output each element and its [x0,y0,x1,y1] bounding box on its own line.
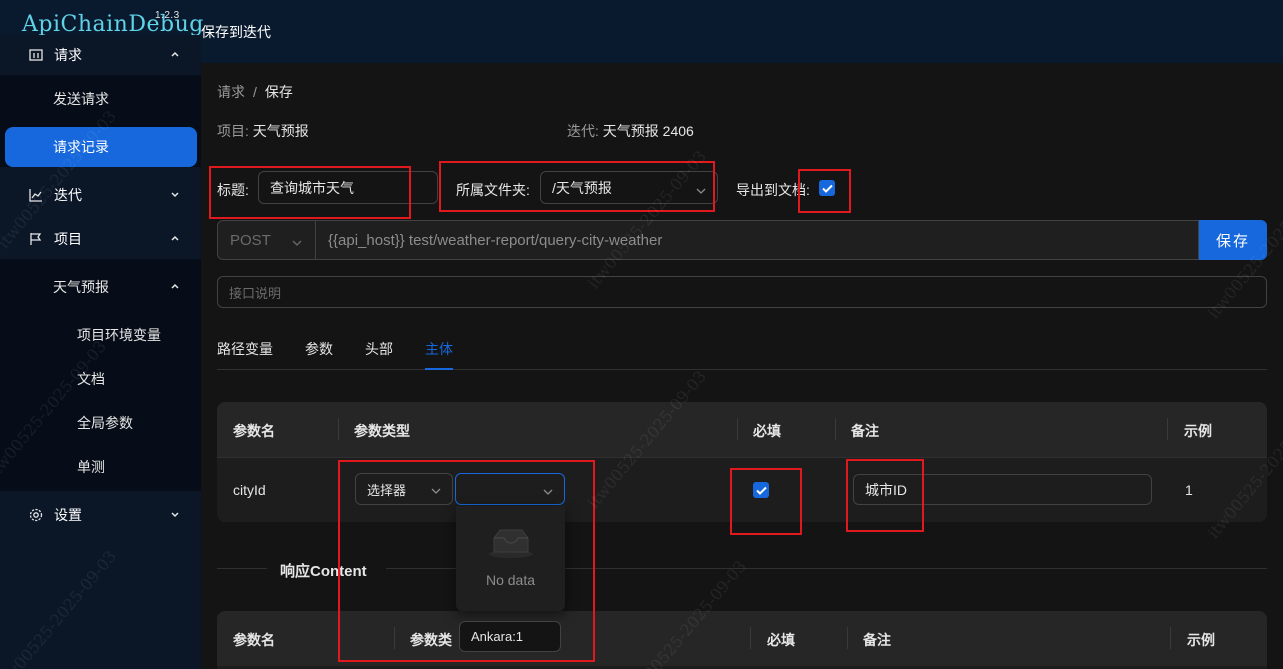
highlight-box-remark [846,459,924,532]
chevron-down-icon [169,507,181,523]
project-value: 天气预报 [252,123,309,139]
column-header: 示例 [1187,632,1215,648]
column-header: 参数名 [233,632,275,648]
sidebar-item-weather[interactable]: 天气预报 [5,267,197,307]
column-header: 参数类型 [354,423,410,439]
sidebar-item-label: 项目环境变量 [77,327,161,343]
main-content: 请求 / 保存 项目: 天气预报 迭代: 天气预报 2406 标题: 查询城市天气 … [201,63,1283,669]
sidebar-group-label: 项目 [54,231,82,247]
sidebar-item-unit-test[interactable]: 单测 [5,447,197,487]
save-button[interactable]: 保存 [1199,220,1267,260]
description-input[interactable]: 接口说明 [217,276,1267,308]
column-divider [847,627,848,649]
sidebar-item-label: 请求记录 [53,139,109,155]
highlight-box-export [798,169,851,213]
version-badge: 1.2.3 [155,10,180,21]
sidebar-item-docs[interactable]: 文档 [5,359,197,399]
app-logo: ApiChainDebug 1.2.3 [22,10,204,37]
table-header: 参数名 参数类型 必填 备注 示例 [217,402,1267,457]
tab-params[interactable]: 参数 [305,339,333,359]
sidebar-item-label: 天气预报 [53,279,109,295]
project-submenu: 天气预报 项目环境变量 文档 全局参数 单测 [0,259,201,491]
iteration-value: 天气预报 2406 [602,123,694,139]
column-divider [750,627,751,649]
sidebar-item-label: 全局参数 [77,415,133,431]
sidebar-item-label: 单测 [77,459,105,475]
highlight-box-type [338,460,595,662]
method-value: POST [230,231,271,249]
request-submenu: 发送请求 请求记录 [0,75,201,167]
column-header: 必填 [767,632,795,648]
method-select[interactable]: POST [217,220,316,260]
column-divider [835,418,836,440]
request-icon [28,47,44,63]
sidebar-item-label: 文档 [77,371,105,387]
url-input[interactable]: {{api_host}} test/weather-report/query-c… [316,220,1199,260]
project-meta: 项目: 天气预报 [217,121,309,141]
iteration-label: 迭代: [567,123,599,139]
breadcrumb: 请求 / 保存 [217,82,293,102]
gear-icon [28,507,44,523]
chevron-up-icon [169,231,181,247]
sidebar-item-label: 发送请求 [53,91,109,107]
sidebar-group-label: 请求 [54,47,82,63]
breadcrumb-parent[interactable]: 请求 [217,84,245,100]
column-header: 示例 [1184,423,1212,439]
breadcrumb-current: 保存 [264,84,293,100]
highlight-box-title [209,166,411,219]
page-title: 保存到迭代 [201,24,271,40]
chevron-down-icon [169,187,181,203]
sidebar-group-settings[interactable]: 设置 [0,495,201,535]
sidebar-item-env-vars[interactable]: 项目环境变量 [5,315,197,355]
sidebar-group-request[interactable]: 请求 [0,35,201,75]
column-divider [338,418,339,440]
sidebar-group-project[interactable]: 项目 [0,219,201,259]
sidebar-item-request-history[interactable]: 请求记录 [5,127,197,167]
section-divider [217,568,267,569]
active-tab-indicator [425,368,453,370]
column-header: 备注 [863,632,891,648]
column-header: 参数名 [233,423,275,439]
highlight-box-folder [439,161,715,212]
highlight-box-required [730,468,802,535]
sidebar-group-label: 迭代 [54,187,82,203]
sidebar-item-send-request[interactable]: 发送请求 [5,79,197,119]
sidebar-group-label: 设置 [54,507,82,523]
chart-line-icon [28,187,44,203]
chevron-up-icon [169,279,181,295]
flag-icon [28,231,44,247]
tab-path-variables[interactable]: 路径变量 [217,339,273,359]
column-header: 备注 [851,423,879,439]
column-divider [1167,418,1168,440]
chevron-down-icon [291,235,303,252]
sidebar: 请求 发送请求 请求记录 迭代 项目 天气预报 项目环境变量 文档 全局参数 单… [0,35,201,669]
column-header: 必填 [753,423,781,439]
tab-bar: 路径变量 参数 头部 主体 [217,329,1267,370]
column-divider [1170,627,1171,649]
column-divider [737,418,738,440]
project-label: 项目: [217,123,249,139]
chevron-up-icon [169,47,181,63]
sidebar-item-global-params[interactable]: 全局参数 [5,403,197,443]
sidebar-group-iteration[interactable]: 迭代 [0,175,201,215]
param-name: cityId [233,482,266,498]
tab-body[interactable]: 主体 [425,339,453,359]
tab-headers[interactable]: 头部 [365,339,393,359]
example-value: 1 [1185,482,1193,498]
iteration-meta: 迭代: 天气预报 2406 [567,121,694,141]
breadcrumb-separator: / [253,84,257,100]
